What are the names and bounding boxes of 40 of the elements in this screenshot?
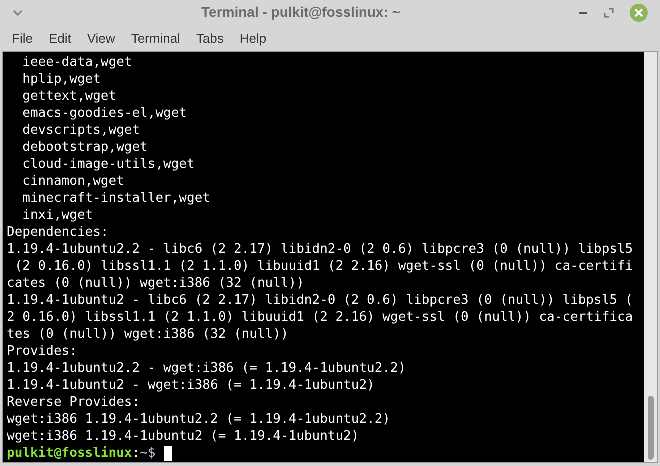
terminal-line: 1.19.4-1ubuntu2.2 - libc6 (2 2.17) libidn2-0 (2 0.6) libpcre3 (0 (null)) libpsl5: [7, 241, 634, 258]
terminal-line: Provides:: [7, 343, 78, 360]
terminal-line: tes (0 (null)) wget:i386 (32 (null)): [7, 326, 290, 343]
terminal-output-area[interactable]: [3, 52, 644, 462]
maximize-icon[interactable]: [604, 8, 614, 18]
terminal-line: 2 0.16.0) libssl1.1 (2 1.1.0) libuuid1 (2 2.16) wget-ssl (0 (null)) ca-certifica: [7, 309, 634, 326]
prompt-separator: :: [132, 445, 140, 462]
terminal-line: 1.19.4-1ubuntu2.2 - wget:i386 (= 1.19.4-1ubuntu2.2): [7, 360, 408, 377]
menu-item[interactable]: Tabs: [188, 28, 232, 48]
menu-item[interactable]: File: [4, 28, 41, 48]
cursor: [164, 446, 172, 461]
scrollbar[interactable]: [644, 52, 657, 462]
menu-item[interactable]: Edit: [40, 28, 80, 48]
close-icon[interactable]: [630, 4, 648, 22]
menu-item[interactable]: Help: [232, 28, 275, 48]
menu-item[interactable]: View: [79, 28, 124, 48]
terminal-line: cinnamon,wget: [22, 173, 126, 190]
terminal-line: wget:i386 1.19.4-1ubuntu2 (= 1.19.4-1ubuntu2): [7, 428, 360, 445]
terminal-line: emacs-goodies-el,wget: [22, 105, 188, 122]
terminal-line: cates (0 (null)) wget:i386 (32 (null)): [7, 275, 306, 292]
terminal-line: wget:i386 1.19.4-1ubuntu2.2 (= 1.19.4-1ubuntu2.2): [7, 411, 392, 428]
terminal-line: inxi,wget: [22, 207, 94, 224]
dropdown-icon[interactable]: [12, 8, 24, 17]
terminal-line: ieee-data,wget: [22, 54, 134, 71]
scrollbar-thumb[interactable]: [648, 396, 654, 460]
terminal-line: hplip,wget: [22, 71, 102, 88]
terminal-line: debootstrap,wget: [22, 139, 149, 156]
terminal-line: cloud-image-utils,wget: [22, 156, 196, 173]
terminal-line: minecraft-installer,wget: [22, 190, 212, 207]
prompt-path: ~$: [140, 445, 157, 462]
window-title: Terminal - pulkit@fosslinux: ~: [202, 3, 400, 22]
terminal-line: 1.19.4-1ubuntu2 - libc6 (2 2.17) libidn2-0 (2 0.6) libpcre3 (0 (null)) libpsl5 (: [7, 292, 634, 309]
prompt-user-host: pulkit@fosslinux: [7, 445, 132, 462]
terminal-line: gettext,wget: [22, 88, 118, 105]
terminal-line: Reverse Provides:: [7, 394, 142, 411]
terminal-line: (2 0.16.0) libssl1.1 (2 1.1.0) libuuid1 (2 2.16) wget-ssl (0 (null)) ca-certifi: [14, 258, 634, 275]
terminal-line: devscripts,wget: [22, 122, 142, 139]
terminal-line: Dependencies:: [7, 224, 110, 241]
terminal-line: 1.19.4-1ubuntu2 - wget:i386 (= 1.19.4-1ubuntu2): [7, 377, 376, 394]
menu-item[interactable]: Terminal: [123, 28, 188, 48]
